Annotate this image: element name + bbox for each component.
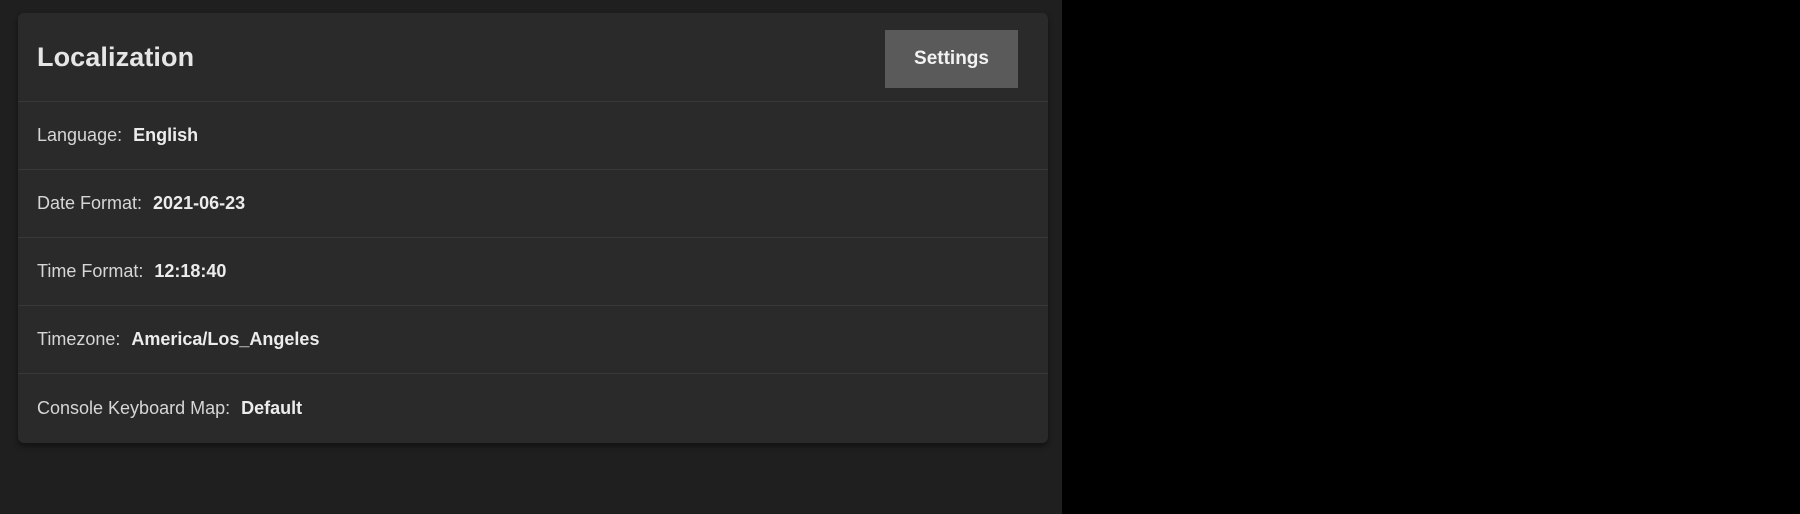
page-title: Localization <box>37 13 194 101</box>
list-item-timezone[interactable]: Timezone: America/Los_Angeles <box>18 306 1048 374</box>
list-item-time-format[interactable]: Time Format: 12:18:40 <box>18 238 1048 306</box>
time-format-value: 12:18:40 <box>154 261 226 282</box>
card-header: Localization Settings <box>18 13 1048 102</box>
date-format-value: 2021-06-23 <box>153 193 245 214</box>
language-value: English <box>133 125 198 146</box>
time-format-label: Time Format: <box>37 261 143 282</box>
screen: Localization Settings Language: English … <box>0 0 1800 514</box>
localization-settings-list: Language: English Date Format: 2021-06-2… <box>18 102 1048 443</box>
list-item-language[interactable]: Language: English <box>18 102 1048 170</box>
console-keyboard-map-label: Console Keyboard Map: <box>37 398 230 419</box>
console-keyboard-map-value: Default <box>241 398 302 419</box>
timezone-label: Timezone: <box>37 329 120 350</box>
date-format-label: Date Format: <box>37 193 142 214</box>
timezone-value: America/Los_Angeles <box>131 329 319 350</box>
language-label: Language: <box>37 125 122 146</box>
localization-card: Localization Settings Language: English … <box>18 13 1048 443</box>
settings-button[interactable]: Settings <box>885 30 1018 88</box>
list-item-console-keyboard-map[interactable]: Console Keyboard Map: Default <box>18 374 1048 443</box>
list-item-date-format[interactable]: Date Format: 2021-06-23 <box>18 170 1048 238</box>
